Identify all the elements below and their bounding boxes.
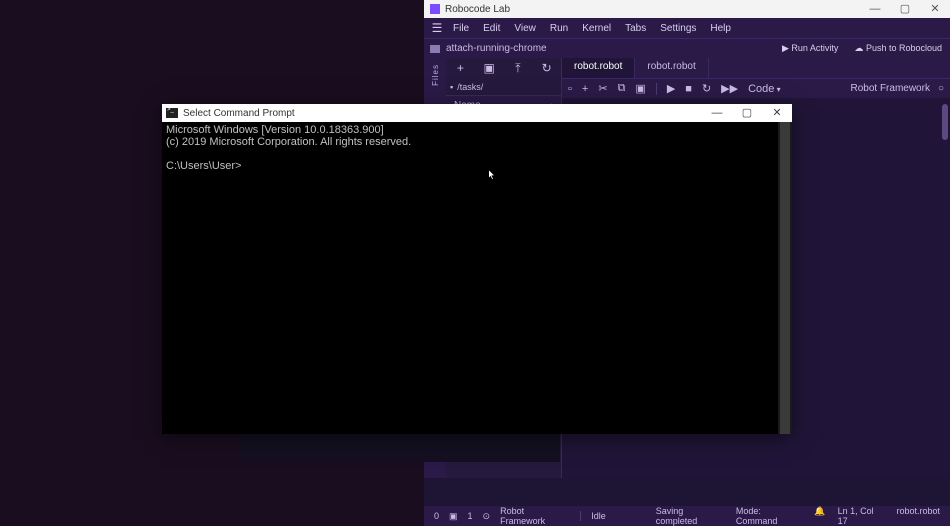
- status-kernel[interactable]: Robot Framework: [500, 506, 570, 526]
- copy-icon[interactable]: ⧉: [618, 82, 626, 95]
- terminal-window: Select Command Prompt — ▢ ✕ Microsoft Wi…: [162, 104, 792, 434]
- status-bell-icon[interactable]: 🔔: [814, 506, 825, 526]
- stop-icon[interactable]: ■: [685, 83, 692, 95]
- kernel-dropdown[interactable]: Robot Framework: [850, 83, 929, 94]
- status-icon-1[interactable]: ▣: [449, 511, 458, 522]
- editor-toolbar: ▫ + ✂ ⧉ ▣ ▶ ■ ↻ ▶▶ Code Robot Framework …: [562, 78, 950, 98]
- menu-view[interactable]: View: [507, 23, 543, 34]
- ide-titlebar[interactable]: Robocode Lab — ▢ ✕: [424, 0, 950, 18]
- folder-icon: ▪: [450, 82, 453, 92]
- run-activity-button[interactable]: ▶ Run Activity: [774, 43, 846, 54]
- cell-type-dropdown[interactable]: Code: [748, 83, 781, 95]
- terminal-scroll-thumb[interactable]: [780, 122, 790, 434]
- status-count-1[interactable]: 1: [468, 511, 473, 521]
- menu-tabs[interactable]: Tabs: [618, 23, 653, 34]
- status-mode[interactable]: Mode: Command: [736, 506, 803, 526]
- new-folder-icon[interactable]: ▣: [481, 61, 497, 75]
- editor-tabs: robot.robot robot.robot: [562, 58, 950, 78]
- tab-robot-1[interactable]: robot.robot: [562, 58, 635, 78]
- run-icon[interactable]: ▶: [667, 82, 675, 95]
- terminal-maximize[interactable]: ▢: [732, 104, 762, 122]
- push-button[interactable]: ☁ Push to Robocloud: [846, 43, 950, 54]
- terminal-prompt: C:\Users\User>: [166, 160, 242, 172]
- status-state: Idle: [591, 511, 606, 521]
- rail-files-label[interactable]: Files: [431, 64, 440, 86]
- menu-help[interactable]: Help: [703, 23, 738, 34]
- footer-gap: [424, 478, 950, 506]
- terminal-titlebar[interactable]: Select Command Prompt — ▢ ✕: [162, 104, 792, 122]
- partial-panel: [240, 434, 560, 462]
- minimize-button[interactable]: —: [860, 0, 890, 18]
- mouse-cursor-icon: [470, 156, 478, 170]
- save-icon[interactable]: ▫: [568, 83, 572, 95]
- status-icon-2[interactable]: ⊙: [483, 511, 491, 522]
- terminal-scrollbar[interactable]: [778, 122, 792, 434]
- menu-edit[interactable]: Edit: [476, 23, 507, 34]
- cmd-icon: [166, 108, 178, 118]
- maximize-button[interactable]: ▢: [890, 0, 920, 18]
- menu-file[interactable]: File: [446, 23, 476, 34]
- folder-icon: [430, 45, 440, 53]
- kernel-status-icon: ○: [938, 83, 944, 94]
- ide-open-bar: attach-running-chrome ▶ Run Activity ☁ P…: [424, 38, 950, 58]
- terminal-close[interactable]: ✕: [762, 104, 792, 122]
- menu-kernel[interactable]: Kernel: [575, 23, 618, 34]
- refresh-icon[interactable]: ↻: [539, 61, 555, 75]
- upload-icon[interactable]: ⤒: [510, 61, 526, 76]
- ide-title: Robocode Lab: [445, 4, 860, 15]
- editor-scrollbar[interactable]: [942, 104, 948, 140]
- terminal-body[interactable]: Microsoft Windows [Version 10.0.18363.90…: [162, 122, 792, 434]
- add-cell-icon[interactable]: +: [582, 83, 588, 95]
- menu-run[interactable]: Run: [543, 23, 575, 34]
- file-breadcrumb[interactable]: ▪ / tasks /: [446, 78, 561, 96]
- terminal-line-1: Microsoft Windows [Version 10.0.18363.90…: [166, 124, 384, 136]
- cut-icon[interactable]: ✂: [598, 82, 607, 95]
- status-save: Saving completed: [656, 506, 726, 526]
- status-count-0[interactable]: 0: [434, 511, 439, 521]
- tab-robot-2[interactable]: robot.robot: [635, 58, 708, 78]
- run-all-icon[interactable]: ▶▶: [721, 82, 738, 95]
- status-bar: 0 ▣ 1 ⊙ Robot Framework Idle Saving comp…: [424, 506, 950, 526]
- app-icon: [430, 4, 440, 14]
- new-file-icon[interactable]: +: [452, 61, 468, 75]
- file-toolbar: + ▣ ⤒ ↻: [446, 58, 561, 78]
- menu-settings[interactable]: Settings: [653, 23, 703, 34]
- terminal-line-2: (c) 2019 Microsoft Corporation. All righ…: [166, 136, 411, 148]
- close-button[interactable]: ✕: [920, 0, 950, 18]
- restart-icon[interactable]: ↻: [702, 82, 711, 95]
- paste-icon[interactable]: ▣: [635, 82, 645, 95]
- status-file[interactable]: robot.robot: [896, 506, 940, 526]
- terminal-title: Select Command Prompt: [183, 108, 702, 119]
- hamburger-icon[interactable]: ☰: [428, 21, 446, 35]
- ide-menubar: ☰ File Edit View Run Kernel Tabs Setting…: [424, 18, 950, 38]
- status-position[interactable]: Ln 1, Col 17: [838, 506, 885, 526]
- open-file-label[interactable]: attach-running-chrome: [446, 43, 547, 54]
- terminal-minimize[interactable]: —: [702, 104, 732, 122]
